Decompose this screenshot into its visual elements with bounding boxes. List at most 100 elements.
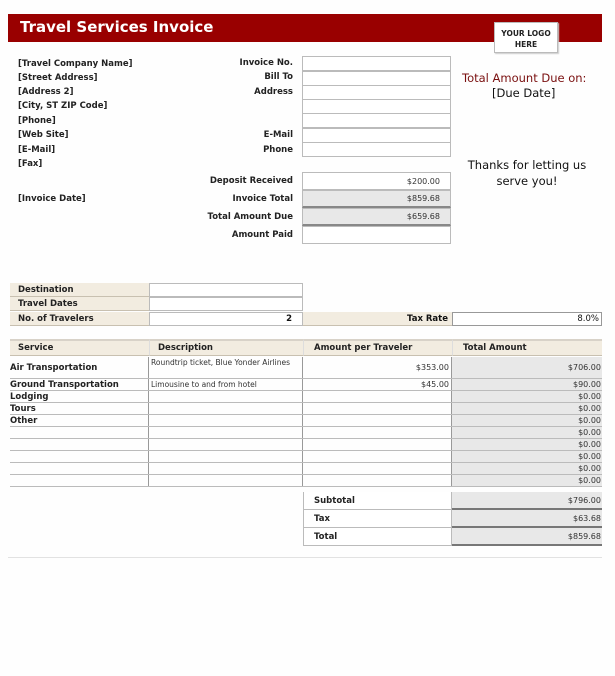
deposit-field[interactable]: $200.00	[302, 172, 451, 190]
description-cell[interactable]	[149, 391, 303, 402]
description-cell[interactable]	[149, 439, 303, 450]
tax-rate-label: Tax Rate	[303, 312, 452, 326]
description-cell[interactable]	[149, 463, 303, 474]
travel-dates-label: Travel Dates	[10, 297, 149, 311]
amount-cell[interactable]	[303, 403, 452, 414]
amount-cell[interactable]	[303, 463, 452, 474]
phone-label: Phone	[263, 145, 293, 155]
service-cell[interactable]: Other	[10, 415, 149, 426]
amount-cell[interactable]: $45.00	[303, 379, 452, 390]
header-amount-per-traveler: Amount per Traveler	[303, 339, 452, 356]
header-description: Description	[149, 339, 303, 356]
table-row: Ground Transportation Limousine to and fr…	[10, 379, 602, 391]
company-address2[interactable]: [Address 2]	[18, 87, 73, 97]
travelers-label: No. of Travelers	[10, 312, 149, 326]
travel-dates-field[interactable]	[149, 297, 303, 311]
footer-divider	[8, 557, 602, 558]
service-cell[interactable]: Tours	[10, 403, 149, 414]
service-cell[interactable]: Ground Transportation	[10, 379, 149, 390]
service-cell[interactable]	[10, 463, 149, 474]
due-date[interactable]: [Due Date]	[492, 86, 555, 100]
address-label: Address	[254, 87, 293, 97]
total-due-label: Total Amount Due	[207, 212, 293, 222]
bill-to-field[interactable]	[302, 71, 451, 86]
amount-cell[interactable]: $353.00	[303, 357, 452, 378]
amount-cell[interactable]	[303, 439, 452, 450]
service-cell[interactable]	[10, 427, 149, 438]
address-field[interactable]	[302, 85, 451, 100]
total-cell: $0.00	[452, 439, 602, 450]
table-row: $0.00	[10, 439, 602, 451]
header-total-amount: Total Amount	[452, 339, 602, 356]
amount-paid-field[interactable]	[302, 226, 451, 244]
email-label: E-Mail	[263, 130, 293, 140]
company-name[interactable]: [Travel Company Name]	[18, 59, 133, 69]
logo-placeholder[interactable]: YOUR LOGO HERE	[494, 22, 558, 53]
email-field[interactable]	[302, 128, 451, 143]
total-cell: $0.00	[452, 427, 602, 438]
invoice-date[interactable]: [Invoice Date]	[18, 194, 86, 204]
destination-field[interactable]	[149, 283, 303, 297]
table-row: $0.00	[10, 475, 602, 487]
description-cell[interactable]: Limousine to and from hotel	[149, 379, 303, 390]
address-field-2[interactable]	[302, 99, 451, 114]
amount-cell[interactable]	[303, 475, 452, 486]
description-cell[interactable]	[149, 475, 303, 486]
service-cell[interactable]	[10, 475, 149, 486]
total-cell: $0.00	[452, 463, 602, 474]
description-cell[interactable]	[149, 427, 303, 438]
bill-to-label: Bill To	[264, 72, 293, 82]
total-cell: $90.00	[452, 379, 602, 390]
description-cell[interactable]	[149, 403, 303, 414]
invoice-title: Travel Services Invoice	[20, 18, 214, 36]
blank-field[interactable]	[302, 113, 451, 128]
table-row: $0.00	[10, 463, 602, 475]
invoice-total-field: $859.68	[302, 190, 451, 208]
total-label: Total	[303, 528, 452, 546]
table-row: Other $0.00	[10, 415, 602, 427]
invoice-total-label: Invoice Total	[232, 194, 294, 204]
description-cell[interactable]	[149, 415, 303, 426]
phone-field[interactable]	[302, 142, 451, 157]
company-email[interactable]: [E-Mail]	[18, 145, 55, 155]
company-street[interactable]: [Street Address]	[18, 73, 98, 83]
total-value: $859.68	[452, 528, 602, 546]
company-city[interactable]: [City, ST ZIP Code]	[18, 101, 107, 111]
invoice-no-label: Invoice No.	[239, 58, 293, 68]
tax-rate-field[interactable]: 8.0%	[452, 312, 602, 326]
amount-paid-label: Amount Paid	[231, 230, 293, 240]
total-cell: $0.00	[452, 451, 602, 462]
service-cell[interactable]	[10, 451, 149, 462]
description-cell[interactable]	[149, 451, 303, 462]
tax-value: $63.68	[452, 510, 602, 528]
thanks-message: Thanks for letting us serve you!	[467, 158, 587, 188]
travelers-field[interactable]: 2	[149, 312, 303, 326]
destination-label: Destination	[10, 283, 149, 297]
total-cell: $0.00	[452, 475, 602, 486]
service-cell[interactable]: Lodging	[10, 391, 149, 402]
total-cell: $706.00	[452, 357, 602, 378]
tax-label: Tax	[303, 510, 452, 528]
company-fax[interactable]: [Fax]	[18, 159, 42, 169]
service-cell[interactable]	[10, 439, 149, 450]
total-due-field: $659.68	[302, 208, 451, 226]
subtotal-value: $796.00	[452, 492, 602, 510]
due-title: Total Amount Due on:	[462, 71, 587, 85]
deposit-label: Deposit Received	[209, 176, 293, 186]
subtotal-label: Subtotal	[303, 492, 452, 510]
amount-cell[interactable]	[303, 427, 452, 438]
amount-cell[interactable]	[303, 451, 452, 462]
description-cell[interactable]: Roundtrip ticket, Blue Yonder Airlines	[149, 357, 303, 378]
amount-cell[interactable]	[303, 415, 452, 426]
company-website[interactable]: [Web Site]	[18, 130, 69, 140]
table-row: Air Transportation Roundtrip ticket, Blue…	[10, 357, 602, 379]
total-cell: $0.00	[452, 415, 602, 426]
invoice-no-field[interactable]	[302, 56, 451, 71]
table-row: Tours $0.00	[10, 403, 602, 415]
table-row: Lodging $0.00	[10, 391, 602, 403]
total-cell: $0.00	[452, 391, 602, 402]
amount-cell[interactable]	[303, 391, 452, 402]
table-row: $0.00	[10, 451, 602, 463]
service-cell[interactable]: Air Transportation	[10, 357, 149, 378]
company-phone[interactable]: [Phone]	[18, 116, 56, 126]
